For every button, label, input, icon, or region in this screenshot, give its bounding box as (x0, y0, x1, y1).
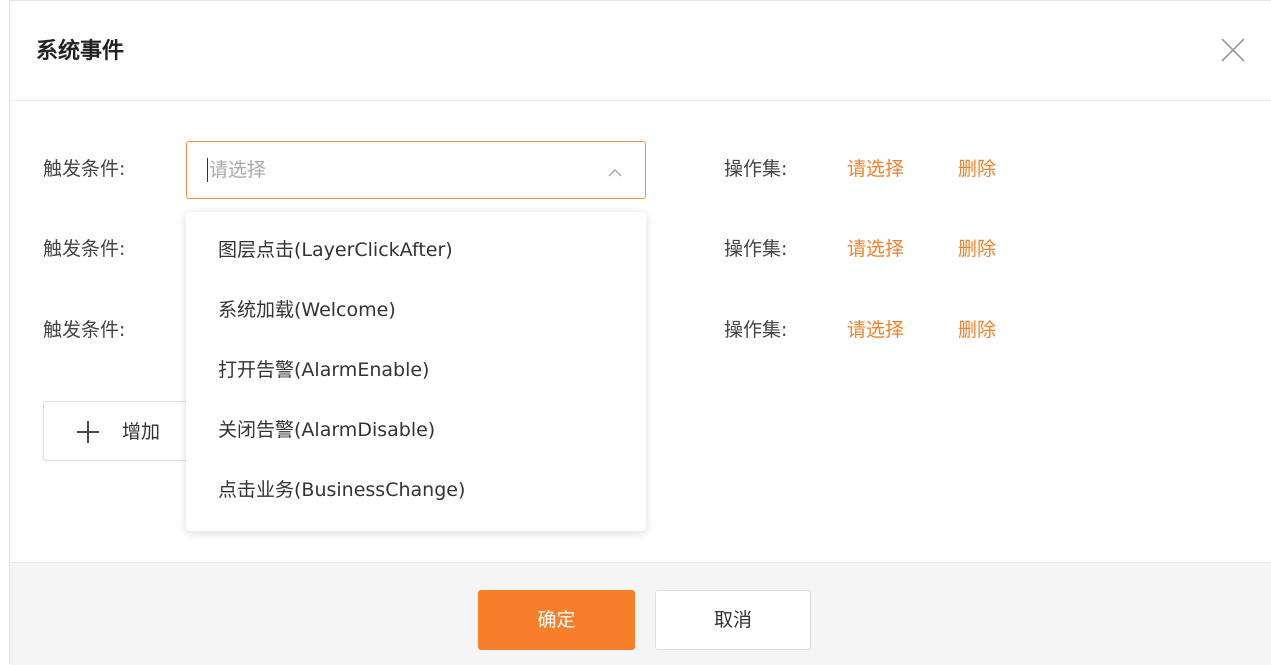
event-row-1: 触发条件: 请选择 操作集: 请选择 删除 (10, 141, 1271, 199)
close-icon[interactable] (1218, 35, 1248, 65)
system-events-dialog: 系统事件 触发条件: 请选择 操作集: 请选择 删除 触发条件: 操作集: 请选… (9, 0, 1271, 665)
dialog-footer: 确定 取消 (10, 562, 1271, 665)
ops-label: 操作集: (724, 319, 788, 341)
select-placeholder: 请选择 (209, 159, 267, 181)
delete-link[interactable]: 删除 (958, 155, 996, 183)
ops-label: 操作集: (724, 158, 788, 180)
dialog-title: 系统事件 (36, 39, 125, 64)
delete-link[interactable]: 删除 (958, 235, 996, 263)
dropdown-option-label: 图层点击(LayerClickAfter) (218, 239, 453, 261)
dialog-header: 系统事件 (10, 1, 1271, 101)
dropdown-option[interactable]: 点击业务(BusinessChange) (186, 460, 646, 520)
dropdown-option-label: 打开告警(AlarmEnable) (218, 359, 430, 381)
cancel-button[interactable]: 取消 (655, 590, 811, 650)
trigger-label: 触发条件: (43, 158, 126, 180)
text-cursor (207, 158, 208, 182)
dropdown-option[interactable]: 系统加载(Welcome) (186, 280, 646, 340)
ops-choose-link[interactable]: 请选择 (847, 316, 904, 344)
trigger-label: 触发条件: (43, 319, 126, 341)
add-button-label: 增加 (122, 421, 161, 443)
dropdown-option[interactable]: 关闭告警(AlarmDisable) (186, 400, 646, 460)
ops-label: 操作集: (724, 238, 788, 260)
confirm-button-label: 确定 (537, 609, 576, 631)
cancel-button-label: 取消 (713, 609, 752, 631)
trigger-select[interactable]: 请选择 (186, 141, 646, 199)
dropdown-option-label: 关闭告警(AlarmDisable) (218, 419, 436, 441)
dropdown-option-label: 系统加载(Welcome) (218, 299, 396, 321)
trigger-dropdown-menu: 图层点击(LayerClickAfter) 系统加载(Welcome) 打开告警… (186, 212, 646, 531)
plus-icon (76, 420, 100, 444)
chevron-up-icon (607, 164, 623, 177)
ops-choose-link[interactable]: 请选择 (847, 235, 904, 263)
dropdown-option-label: 点击业务(BusinessChange) (218, 479, 466, 501)
delete-link[interactable]: 删除 (958, 316, 996, 344)
dropdown-option[interactable]: 图层点击(LayerClickAfter) (186, 220, 646, 280)
ops-choose-link[interactable]: 请选择 (847, 155, 904, 183)
confirm-button[interactable]: 确定 (478, 590, 635, 650)
dropdown-option[interactable]: 打开告警(AlarmEnable) (186, 340, 646, 400)
trigger-label: 触发条件: (43, 238, 126, 260)
